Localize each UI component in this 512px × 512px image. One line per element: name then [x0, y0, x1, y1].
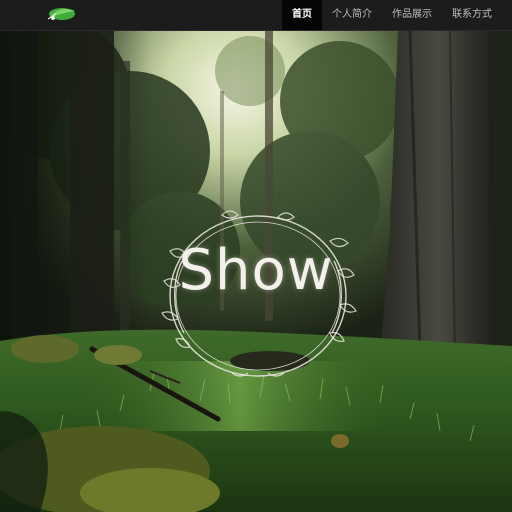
nav-item-home[interactable]: 首页	[282, 0, 322, 30]
nav-item-works[interactable]: 作品展示	[382, 0, 442, 30]
nav-item-contact[interactable]: 联系方式	[442, 0, 502, 30]
nav-menu: 首页 个人简介 作品展示 联系方式	[282, 0, 512, 30]
nav-item-profile[interactable]: 个人简介	[322, 0, 382, 30]
top-navbar: 首页 个人简介 作品展示 联系方式	[0, 0, 512, 31]
leaf-logo-icon[interactable]	[44, 3, 78, 25]
hero-banner: Show	[0, 31, 512, 512]
page: 首页 个人简介 作品展示 联系方式 Show	[0, 0, 512, 512]
hero-title: Show	[178, 238, 334, 303]
